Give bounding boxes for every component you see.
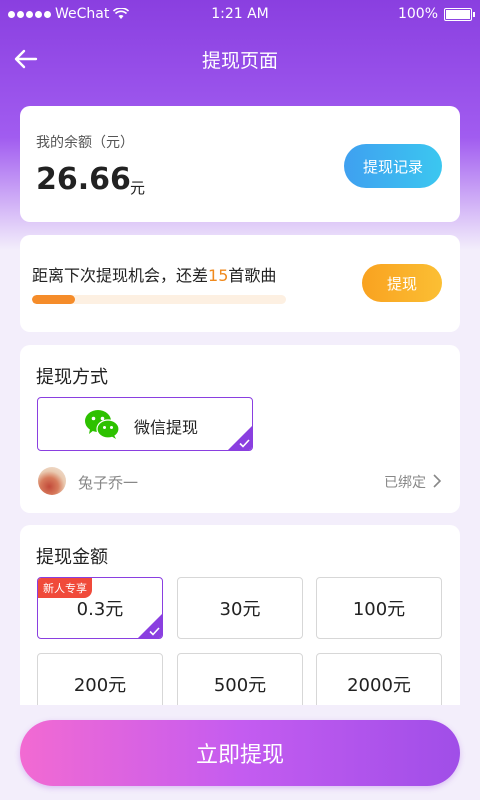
amount-label: 30元 xyxy=(219,599,261,620)
amount-label: 0.3元 xyxy=(76,599,124,620)
chance-withdraw-button[interactable]: 提现 xyxy=(362,264,442,302)
battery-icon xyxy=(444,7,475,21)
amount-label: 100元 xyxy=(352,599,406,620)
wechat-withdraw-option[interactable]: 微信提现 xyxy=(37,397,253,451)
method-title: 提现方式 xyxy=(36,367,108,388)
status-bar: WeChat 1:21 AM 100% xyxy=(0,0,480,30)
balance-value: 26.66 xyxy=(36,162,131,197)
wechat-option-label: 微信提现 xyxy=(134,418,199,437)
chance-progress-fill xyxy=(32,295,76,304)
chance-prefix: 距离下次提现机会，还差 xyxy=(32,266,209,285)
amount-option[interactable]: 100元 xyxy=(316,577,442,639)
check-icon xyxy=(239,439,250,448)
wechat-icon xyxy=(85,410,120,439)
withdraw-method-card: 提现方式 微信提现 兔子乔一 已绑定 xyxy=(20,345,460,513)
account-name: 兔子乔一 xyxy=(78,474,139,492)
withdraw-now-button[interactable]: 立即提现 xyxy=(20,720,460,786)
amount-label: 2000元 xyxy=(347,675,411,696)
battery-percent: 100% xyxy=(397,6,438,22)
chance-suffix: 首歌曲 xyxy=(228,266,277,285)
amount-label: 200元 xyxy=(73,675,127,696)
nav-bar: 提现页面 xyxy=(0,30,480,88)
amount-title: 提现金额 xyxy=(36,547,108,568)
amount-label: 500元 xyxy=(213,675,267,696)
new-user-badge: 新人专享 xyxy=(38,578,92,598)
chance-text: 距离下次提现机会，还差15首歌曲 xyxy=(32,262,276,286)
next-chance-card: 距离下次提现机会，还差15首歌曲 提现 xyxy=(20,235,460,332)
withdraw-record-button[interactable]: 提现记录 xyxy=(344,144,442,188)
chevron-right-icon[interactable] xyxy=(432,474,442,488)
balance-card: 我的余额（元） 26.66 元 提现记录 xyxy=(20,106,460,222)
check-icon xyxy=(149,627,160,636)
withdraw-amount-card: 提现金额 新人专享 0.3元 30元 100元 200元 500元 2000元 xyxy=(20,525,460,715)
page-title: 提现页面 xyxy=(201,50,278,72)
avatar xyxy=(38,467,66,495)
chance-progress-bar xyxy=(32,295,286,304)
chance-count: 15 xyxy=(208,266,229,285)
amount-option[interactable]: 30元 xyxy=(177,577,303,639)
balance-unit: 元 xyxy=(130,179,146,197)
bound-status[interactable]: 已绑定 xyxy=(384,472,426,492)
amount-option[interactable]: 新人专享 0.3元 xyxy=(37,577,163,639)
balance-label: 我的余额（元） xyxy=(36,135,134,151)
battery-info: 100% xyxy=(397,6,475,22)
